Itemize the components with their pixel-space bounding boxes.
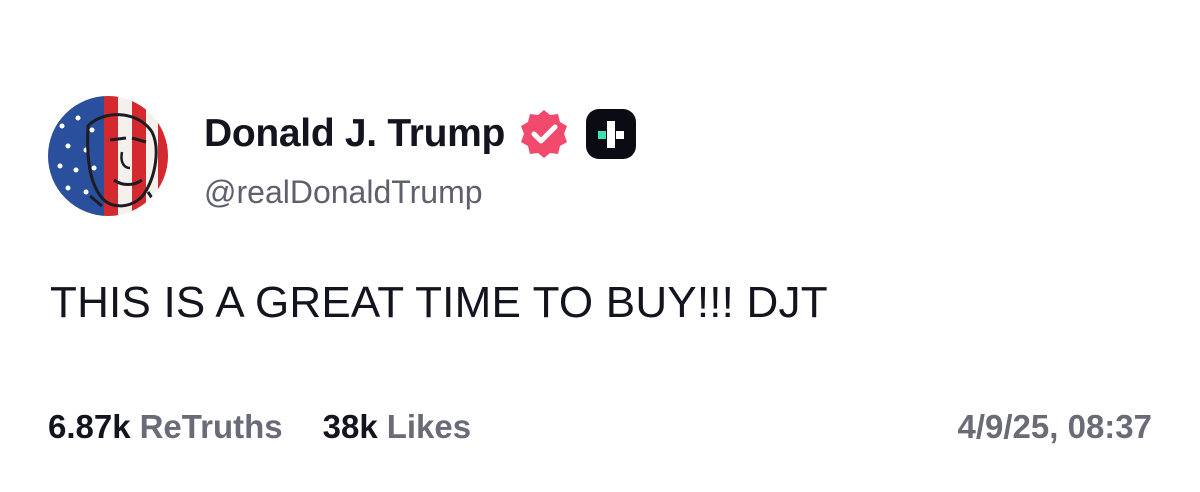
author-avatar[interactable]	[48, 96, 168, 216]
post-stats: 6.87k ReTruths 38k Likes	[48, 408, 471, 446]
likes-label: Likes	[386, 408, 472, 445]
likes-stat[interactable]: 38k Likes	[323, 408, 471, 446]
truth-social-logo-icon	[586, 109, 637, 159]
post-text: THIS IS A GREAT TIME TO BUY!!! DJT	[50, 278, 828, 327]
post-timestamp: 4/9/25, 08:37	[957, 408, 1153, 445]
retruths-label: ReTruths	[139, 408, 283, 445]
verified-badge-icon	[521, 110, 568, 158]
author-handle[interactable]: @realDonaldTrump	[204, 174, 483, 211]
retruths-stat[interactable]: 6.87k ReTruths	[48, 408, 283, 446]
author-name-row: Donald J. Trump	[204, 108, 637, 160]
author-display-name[interactable]: Donald J. Trump	[204, 112, 505, 156]
retruths-count: 6.87k	[48, 408, 131, 445]
american-flag-portrait-avatar-icon	[48, 96, 168, 216]
likes-count: 38k	[322, 408, 378, 445]
